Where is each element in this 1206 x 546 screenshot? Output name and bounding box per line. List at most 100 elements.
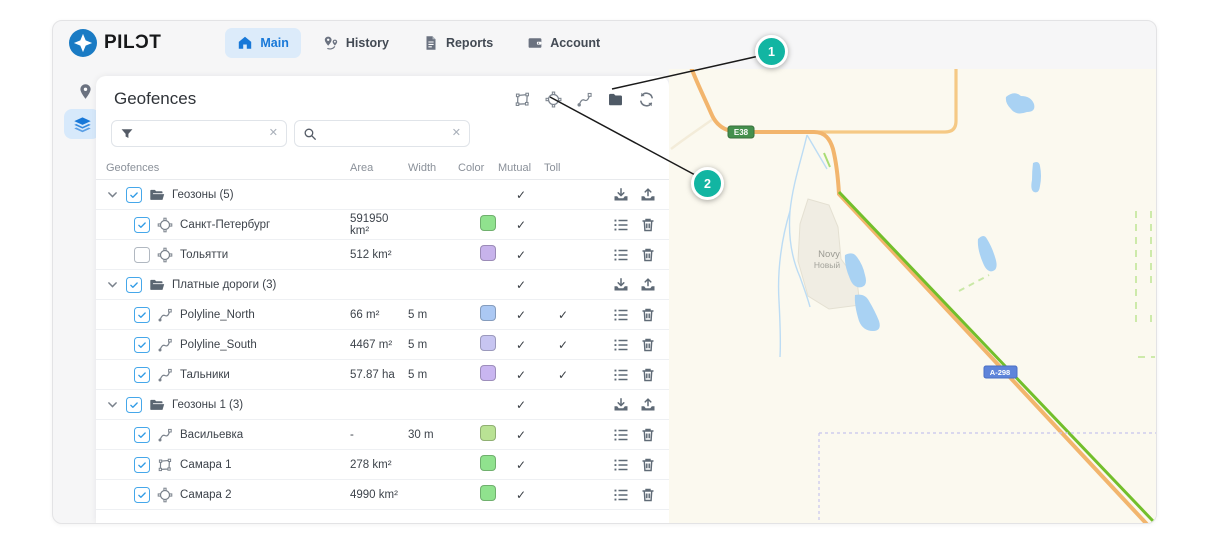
- details-icon[interactable]: [613, 427, 629, 443]
- col-mutual[interactable]: Mutual: [498, 162, 544, 174]
- nav-tab-label: Account: [550, 36, 600, 50]
- color-swatch[interactable]: [480, 425, 496, 441]
- row-checkbox[interactable]: [134, 217, 150, 233]
- row-checkbox[interactable]: [134, 487, 150, 503]
- nav-tab-account[interactable]: Account: [515, 28, 612, 58]
- draw-polyline-icon[interactable]: [576, 91, 593, 108]
- col-color[interactable]: Color: [458, 162, 498, 174]
- row-checkbox[interactable]: [134, 307, 150, 323]
- group-row[interactable]: Платные дороги (3)✓: [96, 270, 669, 300]
- area-value: 512 km²: [350, 249, 408, 261]
- import-icon[interactable]: [613, 397, 629, 413]
- search-input[interactable]: [323, 126, 446, 142]
- app-logo[interactable]: PILƆT: [69, 29, 161, 57]
- color-swatch[interactable]: [480, 305, 496, 321]
- callout-badge-2: 2: [691, 167, 724, 200]
- row-checkbox[interactable]: [134, 247, 150, 263]
- col-width[interactable]: Width: [408, 162, 458, 174]
- top-bar: PILƆT Main History Reports Account: [53, 21, 1156, 65]
- geofence-row[interactable]: Санкт-Петербург591950 km²✓: [96, 210, 669, 240]
- delete-icon[interactable]: [640, 247, 656, 263]
- row-checkbox[interactable]: [134, 367, 150, 383]
- toll-check: ✓: [544, 338, 582, 352]
- nav-tab-history[interactable]: History: [311, 28, 401, 58]
- export-icon[interactable]: [640, 277, 656, 293]
- row-label: Самара 2: [180, 489, 232, 501]
- route-pins-icon: [323, 35, 339, 51]
- nav-tab-label: Reports: [446, 36, 493, 50]
- row-checkbox[interactable]: [134, 457, 150, 473]
- geofence-table-body: Геозоны (5)✓Санкт-Петербург591950 km²✓То…: [96, 180, 669, 510]
- color-swatch[interactable]: [480, 335, 496, 351]
- nav-tab-label: History: [346, 36, 389, 50]
- circle-geofence-icon: [157, 247, 173, 263]
- export-icon[interactable]: [640, 187, 656, 203]
- draw-polygon-icon[interactable]: [514, 91, 531, 108]
- col-toll[interactable]: Toll: [544, 162, 582, 174]
- details-icon[interactable]: [613, 337, 629, 353]
- details-icon[interactable]: [613, 307, 629, 323]
- col-area[interactable]: Area: [350, 162, 408, 174]
- refresh-icon[interactable]: [638, 91, 655, 108]
- map[interactable]: Novy Новый E38 A-298: [669, 69, 1156, 523]
- delete-icon[interactable]: [640, 367, 656, 383]
- color-swatch[interactable]: [480, 245, 496, 261]
- main-nav: Main History Reports Account: [225, 28, 612, 58]
- geofence-row[interactable]: Васильевка-30 m✓: [96, 420, 669, 450]
- group-row[interactable]: Геозоны 1 (3)✓: [96, 390, 669, 420]
- geofence-row[interactable]: Polyline_South4467 m²5 m✓✓: [96, 330, 669, 360]
- color-swatch[interactable]: [480, 455, 496, 471]
- wallet-icon: [527, 35, 543, 51]
- row-checkbox[interactable]: [126, 187, 142, 203]
- geofence-row[interactable]: Polyline_North66 m²5 m✓✓: [96, 300, 669, 330]
- color-swatch[interactable]: [480, 485, 496, 501]
- geofence-row[interactable]: Самара 24990 km²✓: [96, 480, 669, 510]
- delete-icon[interactable]: [640, 487, 656, 503]
- row-checkbox[interactable]: [126, 397, 142, 413]
- row-checkbox[interactable]: [134, 337, 150, 353]
- import-icon[interactable]: [613, 277, 629, 293]
- geofence-toolbar: [514, 91, 655, 108]
- details-icon[interactable]: [613, 487, 629, 503]
- delete-icon[interactable]: [640, 307, 656, 323]
- nav-tab-reports[interactable]: Reports: [411, 28, 505, 58]
- details-icon[interactable]: [613, 367, 629, 383]
- clear-search-icon[interactable]: ✕: [452, 128, 461, 139]
- chevron-down-icon[interactable]: [106, 278, 119, 291]
- delete-icon[interactable]: [640, 427, 656, 443]
- polyline-geofence-icon: [157, 427, 173, 443]
- delete-icon[interactable]: [640, 337, 656, 353]
- callout-badge-1: 1: [755, 35, 788, 68]
- chevron-down-icon[interactable]: [106, 188, 119, 201]
- geofence-row[interactable]: Самара 1278 km²✓: [96, 450, 669, 480]
- geofence-row[interactable]: Тольятти512 km²✓: [96, 240, 669, 270]
- layers-button[interactable]: [64, 109, 100, 139]
- map-pin-icon[interactable]: [77, 83, 94, 102]
- row-checkbox[interactable]: [126, 277, 142, 293]
- filter-input[interactable]: [140, 126, 263, 142]
- import-icon[interactable]: [613, 187, 629, 203]
- mutual-check: ✓: [498, 218, 544, 232]
- details-icon[interactable]: [613, 217, 629, 233]
- nav-tab-main[interactable]: Main: [225, 28, 300, 58]
- col-geofences[interactable]: Geofences: [106, 162, 350, 174]
- color-swatch[interactable]: [480, 365, 496, 381]
- details-icon[interactable]: [613, 247, 629, 263]
- group-row[interactable]: Геозоны (5)✓: [96, 180, 669, 210]
- geofence-row[interactable]: Тальники57.87 ha5 m✓✓: [96, 360, 669, 390]
- details-icon[interactable]: [613, 457, 629, 473]
- search-inputbox[interactable]: ✕: [294, 120, 470, 147]
- area-value: 591950 km²: [350, 213, 408, 237]
- draw-circle-icon[interactable]: [545, 91, 562, 108]
- export-icon[interactable]: [640, 397, 656, 413]
- clear-filter-icon[interactable]: ✕: [269, 128, 278, 139]
- row-label: Васильевка: [180, 429, 243, 441]
- delete-icon[interactable]: [640, 457, 656, 473]
- row-checkbox[interactable]: [134, 427, 150, 443]
- delete-icon[interactable]: [640, 217, 656, 233]
- chevron-down-icon[interactable]: [106, 398, 119, 411]
- filter-inputbox[interactable]: ✕: [111, 120, 287, 147]
- geofences-panel: Geofences ✕ ✕ Geofences Are: [96, 76, 669, 523]
- color-swatch[interactable]: [480, 215, 496, 231]
- folder-icon[interactable]: [607, 91, 624, 108]
